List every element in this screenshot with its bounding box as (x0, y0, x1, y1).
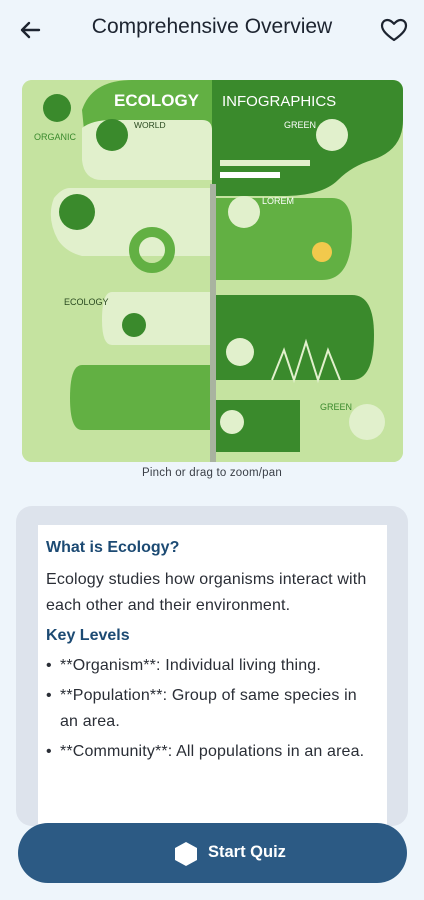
infographic-green-top: GREEN (284, 120, 316, 130)
content-card: What is Ecology? Ecology studies how org… (16, 506, 408, 826)
infographic-right-title: INFOGRAPHICS (222, 93, 336, 110)
infographic-lorem: LOREM (262, 196, 294, 206)
infographic-organic: ORGANIC (34, 132, 77, 142)
infographic-left-title: ECOLOGY (114, 91, 200, 110)
list-item: • **Organism**: Individual living thing. (46, 657, 321, 674)
app-bar: Comprehensive Overview (0, 0, 424, 58)
list-item: • **Community**: All populations in an ar… (46, 743, 365, 760)
start-quiz-label: Start Quiz (208, 843, 286, 861)
section-heading-ecology: What is Ecology? (46, 539, 180, 556)
start-quiz-button[interactable]: Start Quiz (18, 823, 407, 883)
zoom-hint: Pinch or drag to zoom/pan (142, 467, 282, 479)
content-card-body[interactable]: What is Ecology? Ecology studies how org… (38, 525, 387, 825)
section-paragraph: Ecology studies how organisms interact w… (46, 571, 367, 614)
hexagon-icon (175, 842, 197, 866)
infographic-green-bottom: GREEN (320, 402, 352, 412)
page-title: Comprehensive Overview (91, 15, 333, 38)
section-heading-levels: Key Levels (46, 627, 130, 644)
heart-outline-icon[interactable] (378, 14, 410, 46)
levels-list: • **Organism**: Individual living thing. … (46, 653, 379, 765)
ecology-infographic: ECOLOGY INFOGRAPHICS ORGANIC WORLD GREEN… (22, 80, 403, 462)
infographic-image[interactable]: ECOLOGY INFOGRAPHICS ORGANIC WORLD GREEN… (22, 80, 403, 462)
list-item: • **Population**: Group of same species i… (46, 687, 357, 730)
infographic-ecology-small: ECOLOGY (64, 297, 109, 307)
infographic-world: WORLD (134, 120, 166, 130)
